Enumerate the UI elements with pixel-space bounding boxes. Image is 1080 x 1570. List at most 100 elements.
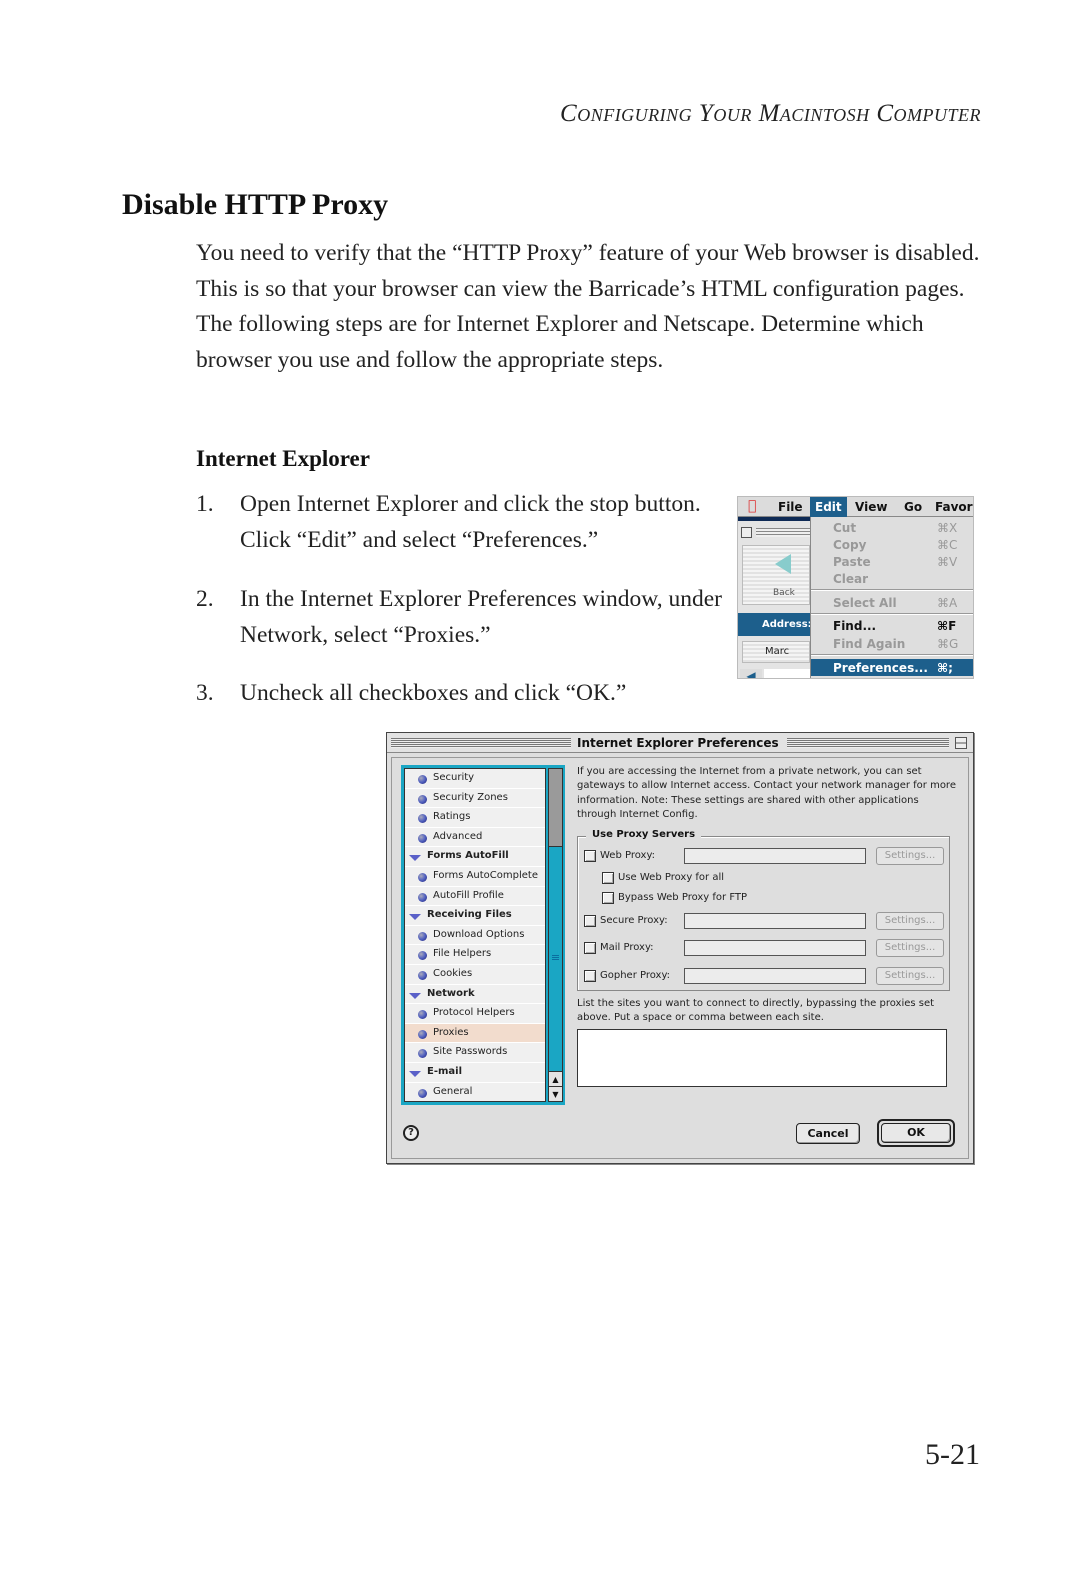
scroll-up-arrow-icon[interactable]: ▲ [549, 1071, 562, 1086]
bullet-icon [418, 892, 427, 902]
menu-item-clear[interactable]: Clear [811, 570, 973, 587]
scroll-thumb-grip-icon[interactable] [552, 955, 559, 961]
bypass-description: List the sites you want to connect to di… [577, 998, 935, 1024]
secure-proxy-settings-button[interactable]: Settings... [876, 912, 944, 930]
web-proxy-input[interactable] [684, 848, 866, 864]
sidebar-item-label: Protocol Helpers [433, 1007, 515, 1019]
menu-item-preferences[interactable]: Preferences... ⌘; [811, 659, 973, 676]
sidebar-item-ratings[interactable]: Ratings [405, 808, 545, 828]
secure-proxy-input[interactable] [684, 913, 866, 929]
sidebar-item-autofill-profile[interactable]: AutoFill Profile [405, 887, 545, 907]
menu-go[interactable]: Go [904, 500, 922, 514]
mail-proxy-label: Mail Proxy: [600, 942, 654, 953]
sidebar-item-forms-autocomplete[interactable]: Forms AutoComplete [405, 867, 545, 887]
scroll-down-arrow-icon[interactable]: ▼ [549, 1086, 562, 1101]
gopher-proxy-checkbox[interactable] [584, 970, 596, 982]
disclosure-triangle-icon[interactable] [409, 992, 421, 999]
sidebar-item-advanced[interactable]: Advanced [405, 828, 545, 848]
sidebar-item-network[interactable]: Network [405, 985, 545, 1005]
cancel-button[interactable]: Cancel [796, 1123, 860, 1144]
web-proxy-checkbox[interactable] [584, 850, 596, 862]
section-title: Disable HTTP Proxy [122, 188, 389, 221]
sidebar-item-security-zones[interactable]: Security Zones [405, 789, 545, 809]
menu-item-paste[interactable]: Paste ⌘V [811, 553, 973, 570]
bullet-icon [418, 794, 427, 804]
menu-item-cut[interactable]: Cut ⌘X [811, 519, 973, 536]
web-proxy-label: Web Proxy: [600, 850, 656, 861]
sidebar-item-receiving-files[interactable]: Receiving Files [405, 906, 545, 926]
sidebar-item-label: Advanced [433, 830, 483, 842]
window-title: Internet Explorer Preferences [577, 736, 779, 750]
menu-favorites[interactable]: Favor [935, 500, 973, 514]
preferences-window: Internet Explorer Preferences Security Se… [386, 732, 974, 1164]
gopher-proxy-input[interactable] [684, 968, 866, 984]
sidebar-scrollbar[interactable]: ▲ ▼ [548, 768, 563, 1102]
sidebar-item-label: General [433, 1085, 473, 1097]
help-icon[interactable]: ? [403, 1125, 419, 1141]
window-top-bar [738, 517, 810, 521]
sidebar-item-proxies[interactable]: Proxies [405, 1023, 545, 1044]
menu-item-select-all[interactable]: Select All ⌘A [811, 594, 973, 611]
bullet-icon [418, 1049, 427, 1059]
group-label: Use Proxy Servers [586, 829, 702, 840]
web-proxy-settings-button[interactable]: Settings... [876, 847, 944, 865]
browser-window-background: Back Address: Marc ◀ [738, 517, 812, 678]
preferences-sidebar: Security Security Zones Ratings Advanced For… [401, 765, 565, 1105]
sidebar-item-label: File Helpers [433, 948, 492, 960]
disclosure-triangle-icon[interactable] [409, 855, 421, 862]
gopher-proxy-label: Gopher Proxy: [600, 970, 671, 981]
explorer-bar-tab-icon[interactable]: ◀ [740, 669, 762, 678]
favorite-button[interactable]: Marc [742, 641, 810, 663]
mail-proxy-settings-button[interactable]: Settings... [876, 939, 944, 957]
sidebar-item-site-passwords[interactable]: Site Passwords [405, 1043, 545, 1063]
use-web-proxy-for-all-checkbox[interactable] [602, 872, 614, 884]
sidebar-item-label: Proxies [433, 1026, 469, 1038]
sidebar-item-security[interactable]: Security [405, 769, 545, 789]
sidebar-item-file-helpers[interactable]: File Helpers [405, 945, 545, 965]
menu-item-copy[interactable]: Copy ⌘C [811, 536, 973, 553]
sidebar-item-cookies[interactable]: Cookies [405, 965, 545, 985]
sidebar-item-protocol-helpers[interactable]: Protocol Helpers [405, 1004, 545, 1024]
menu-item-find[interactable]: Find... ⌘F [811, 617, 973, 634]
sidebar-item-label: Cookies [433, 967, 473, 979]
ok-button[interactable]: OK [881, 1123, 951, 1143]
title-stripes [787, 738, 949, 748]
disclosure-triangle-icon[interactable] [409, 1070, 421, 1077]
close-box-icon[interactable] [741, 527, 752, 538]
back-arrow-icon [775, 554, 791, 574]
window-title-bar[interactable]: Internet Explorer Preferences [387, 733, 973, 753]
sidebar-item-label: Network [427, 987, 475, 999]
collapse-box-icon[interactable] [955, 737, 967, 749]
web-proxy-row: Web Proxy: Settings... [584, 847, 948, 865]
menu-item-find-again[interactable]: Find Again ⌘G [811, 635, 973, 652]
sidebar-item-general[interactable]: General [405, 1083, 545, 1102]
menubar:  File Edit View Go Favor [738, 497, 973, 517]
proxy-description: If you are accessing the Internet from a… [577, 766, 956, 821]
apple-logo-icon[interactable]:  [748, 498, 756, 514]
edit-menu-dropdown: Cut ⌘X Copy ⌘C Paste ⌘V Clear Select All ⌘A … [810, 517, 973, 678]
bullet-icon [418, 775, 427, 784]
bypass-ftp-checkbox[interactable] [602, 892, 614, 904]
mail-proxy-checkbox[interactable] [584, 942, 596, 954]
mail-proxy-input[interactable] [684, 940, 866, 956]
menu-edit[interactable]: Edit [810, 497, 847, 517]
sidebar-item-download-options[interactable]: Download Options [405, 926, 545, 946]
menu-file[interactable]: File [778, 500, 803, 514]
use-web-proxy-for-all-label: Use Web Proxy for all [618, 872, 725, 883]
disclosure-triangle-icon[interactable] [409, 914, 421, 921]
step-number: 2. [196, 586, 214, 612]
sidebar-item-label: Security Zones [433, 791, 508, 803]
menu-view[interactable]: View [855, 500, 887, 514]
gopher-proxy-row: Gopher Proxy: Settings... [584, 967, 948, 985]
sidebar-item-forms-autofill[interactable]: Forms AutoFill [405, 847, 545, 867]
bypass-sites-textarea[interactable] [577, 1029, 947, 1087]
back-button[interactable]: Back [742, 545, 810, 605]
bullet-icon [418, 931, 427, 941]
menu-separator [811, 613, 973, 615]
gopher-proxy-settings-button[interactable]: Settings... [876, 967, 944, 985]
secure-proxy-label: Secure Proxy: [600, 915, 668, 926]
title-stripes [756, 528, 810, 537]
sidebar-item-e-mail[interactable]: E-mail [405, 1063, 545, 1083]
sidebar-item-label: Forms AutoComplete [433, 869, 538, 881]
secure-proxy-checkbox[interactable] [584, 915, 596, 927]
